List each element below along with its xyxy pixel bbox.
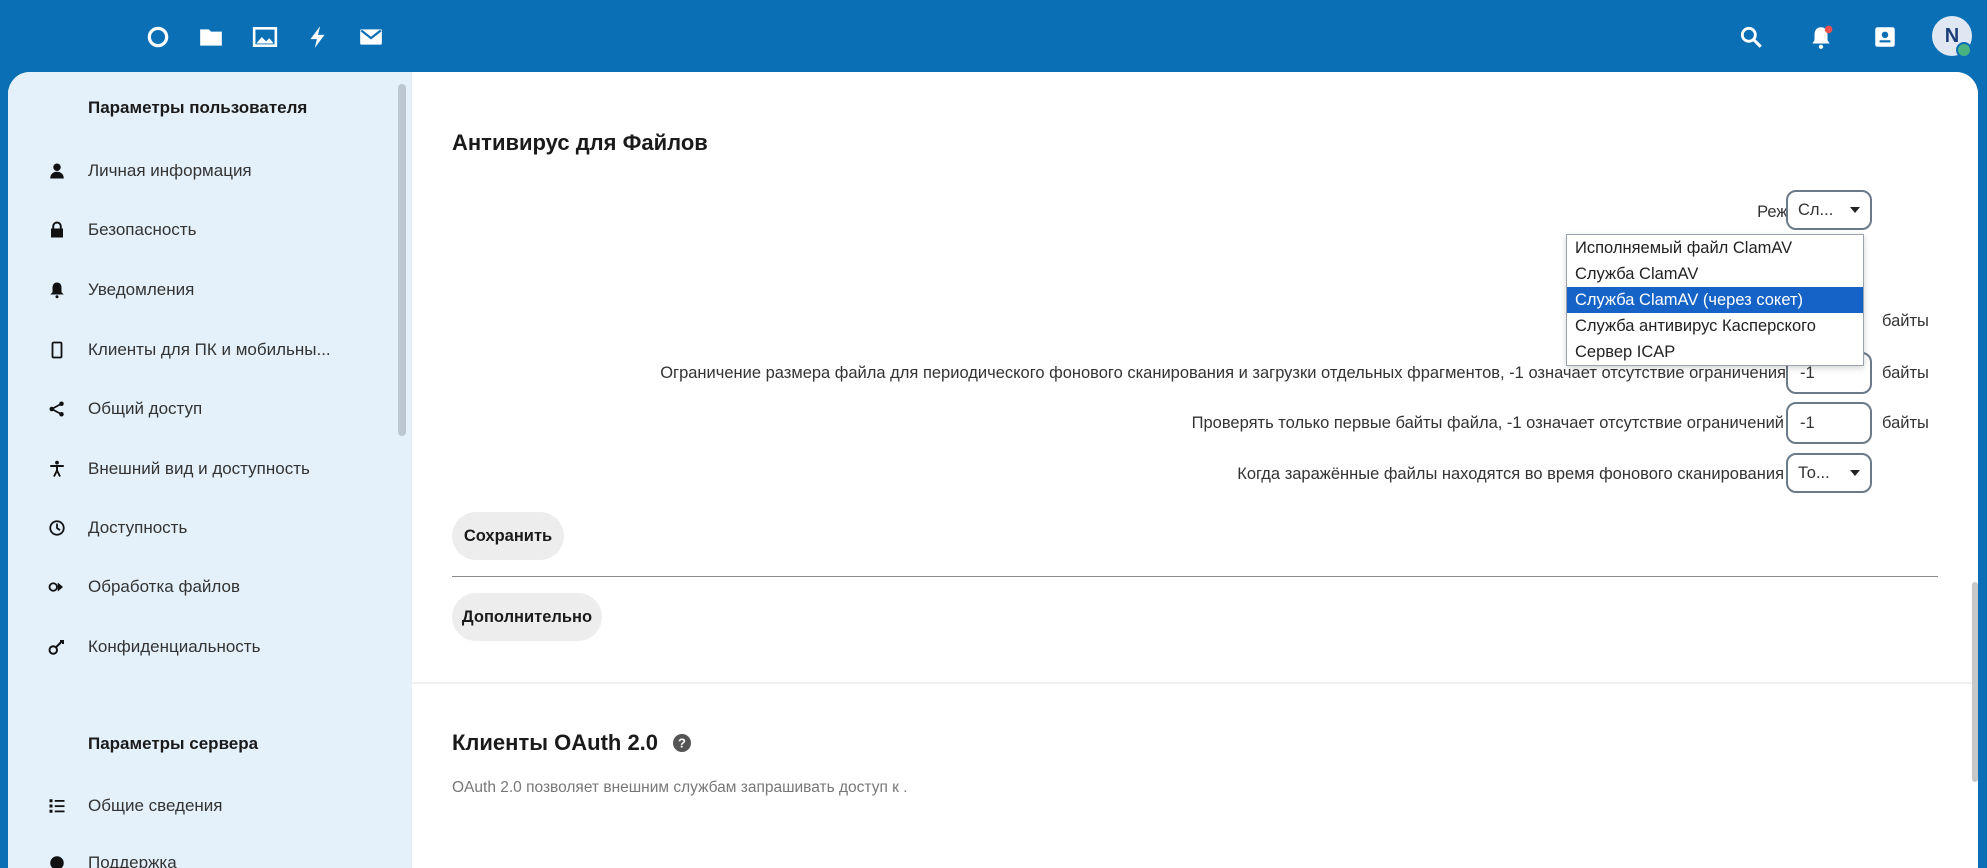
- content-shell: Параметры пользователя Личная информация…: [8, 72, 1978, 868]
- chevron-down-icon: [1850, 470, 1860, 476]
- list-icon: [48, 797, 66, 815]
- sidebar-item-personal-info[interactable]: Личная информация: [48, 152, 392, 190]
- svg-text:?: ?: [678, 736, 686, 751]
- sidebar-item-label: Безопасность: [88, 220, 197, 239]
- sidebar-item-notifications[interactable]: Уведомления: [48, 271, 392, 309]
- sidebar-item-label: Обработка файлов: [88, 577, 240, 596]
- sidebar-item-overview[interactable]: Общие сведения: [48, 787, 392, 825]
- sidebar-item-label: Личная информация: [88, 161, 252, 180]
- online-status-dot: [1956, 42, 1972, 58]
- app-window: N Параметры пользователя Личная информац…: [0, 0, 1987, 868]
- mode-select-value: Сл...: [1798, 200, 1834, 219]
- sidebar-item-label: Внешний вид и доступность: [88, 459, 310, 478]
- mode-option-clamav-socket[interactable]: Служба ClamAV (через сокет): [1567, 287, 1863, 313]
- accessibility-icon: [48, 460, 66, 478]
- settings-main: Антивирус для Файлов Режим Сл... байты О…: [412, 72, 1978, 868]
- support-icon: [48, 854, 66, 868]
- bell-icon: [48, 281, 66, 299]
- sidebar-item-availability[interactable]: Доступность: [48, 509, 392, 547]
- mode-option-icap[interactable]: Сервер ICAP: [1567, 339, 1863, 365]
- row2-unit: байты: [1882, 364, 1929, 382]
- activity-lightning-icon[interactable]: [305, 24, 331, 50]
- mode-option-clamav-executable[interactable]: Исполняемый файл ClamAV: [1567, 235, 1863, 261]
- oauth-section-title: Клиенты OAuth 2.0: [452, 730, 659, 755]
- sidebar-item-support[interactable]: Поддержка: [48, 844, 392, 868]
- row1-unit: байты: [1882, 312, 1929, 330]
- mode-option-clamav-daemon[interactable]: Служба ClamAV: [1567, 261, 1863, 287]
- sidebar-item-security[interactable]: Безопасность: [48, 211, 392, 249]
- section-separator: [412, 682, 1978, 684]
- sidebar-item-label: Поддержка: [88, 853, 177, 868]
- infected-action-select[interactable]: То...: [1786, 453, 1872, 493]
- sidebar-item-label: Доступность: [88, 518, 188, 537]
- chunk-size-limit-value: -1: [1800, 363, 1815, 382]
- mode-dropdown-list: Исполняемый файл ClamAV Служба ClamAV Сл…: [1566, 234, 1864, 366]
- server-settings-heading: Параметры сервера: [88, 734, 259, 753]
- sidebar-item-sharing[interactable]: Общий доступ: [48, 390, 392, 428]
- sidebar-item-mobile-clients[interactable]: Клиенты для ПК и мобильны...: [48, 331, 392, 369]
- mode-select[interactable]: Сл...: [1786, 190, 1872, 230]
- photos-icon[interactable]: [252, 24, 278, 50]
- infected-action-label: Когда заражённые файлы находятся во врем…: [1237, 465, 1784, 483]
- scan-first-bytes-input[interactable]: -1: [1786, 402, 1872, 444]
- advanced-button[interactable]: Дополнительно: [452, 593, 602, 641]
- share-icon: [48, 400, 66, 418]
- key-icon: [48, 638, 66, 656]
- sidebar-item-label: Уведомления: [88, 280, 195, 299]
- save-button[interactable]: Сохранить: [452, 512, 564, 560]
- help-icon[interactable]: ?: [672, 733, 692, 753]
- scan-first-bytes-label: Проверять только первые байты файла, -1 …: [1191, 414, 1784, 432]
- chunk-size-limit-label: Ограничение размера файла для периодичес…: [660, 364, 1786, 382]
- lock-icon: [48, 221, 66, 239]
- clock-icon: [48, 519, 66, 537]
- mail-icon[interactable]: [358, 24, 384, 50]
- files-folder-icon[interactable]: [198, 24, 224, 50]
- sidebar-scrollbar[interactable]: [398, 84, 406, 436]
- person-icon: [48, 162, 66, 180]
- sidebar-item-label: Конфиденциальность: [88, 637, 261, 656]
- chevron-down-icon: [1850, 207, 1860, 213]
- sidebar-item-label: Клиенты для ПК и мобильны...: [88, 340, 331, 359]
- notifications-bell-icon[interactable]: [1808, 24, 1834, 50]
- flow-icon: [48, 578, 66, 596]
- sidebar-item-appearance[interactable]: Внешний вид и доступность: [48, 450, 392, 488]
- sidebar-item-file-processing[interactable]: Обработка файлов: [48, 568, 392, 606]
- scan-first-bytes-value: -1: [1800, 413, 1815, 432]
- row3-unit: байты: [1882, 414, 1929, 432]
- sidebar-item-label: Общие сведения: [88, 796, 223, 815]
- dashboard-icon[interactable]: [145, 24, 171, 50]
- infected-action-value: То...: [1798, 463, 1830, 482]
- sidebar-item-label: Общий доступ: [88, 399, 203, 418]
- search-icon[interactable]: [1738, 24, 1764, 50]
- sidebar-item-privacy[interactable]: Конфиденциальность: [48, 628, 392, 666]
- settings-sidebar: Параметры пользователя Личная информация…: [8, 72, 412, 868]
- antivirus-section-title: Антивирус для Файлов: [452, 130, 708, 155]
- oauth-description: OAuth 2.0 позволяет внешним службам запр…: [452, 779, 908, 796]
- personal-settings-heading: Параметры пользователя: [88, 98, 308, 117]
- phone-icon: [48, 341, 66, 359]
- mode-option-kaspersky[interactable]: Служба антивирус Касперского: [1567, 313, 1863, 339]
- main-scrollbar[interactable]: [1972, 582, 1978, 782]
- contacts-icon[interactable]: [1872, 24, 1898, 50]
- top-header: N: [0, 0, 1987, 72]
- section-divider: [452, 576, 1938, 577]
